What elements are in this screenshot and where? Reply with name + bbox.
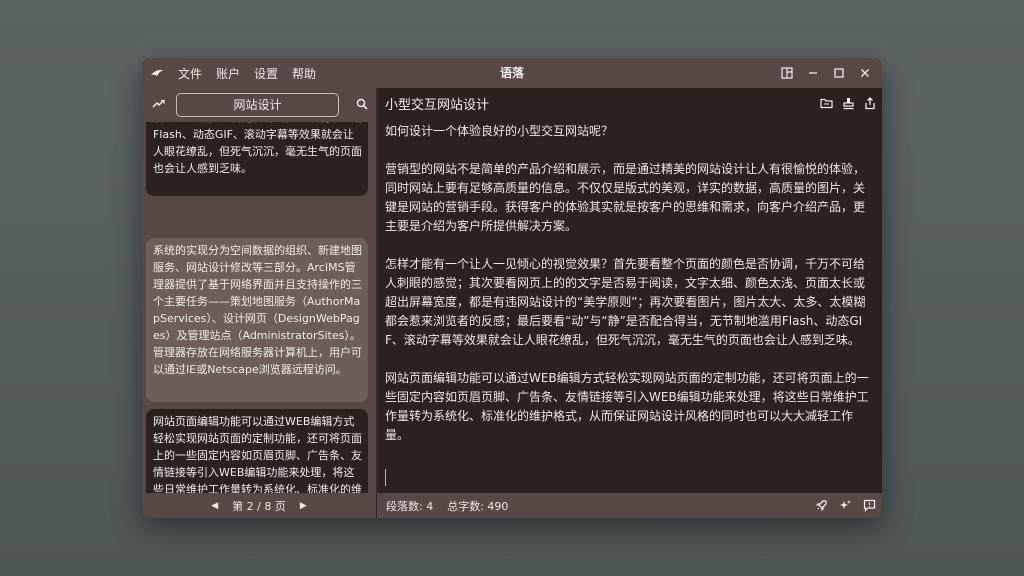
paragraph: 网站页面编辑功能可以通过WEB编辑方式轻松实现网站页面的定制功能，还可将页面上的…	[385, 371, 869, 442]
layout-icon	[781, 67, 793, 79]
menu-help[interactable]: 帮助	[292, 65, 316, 82]
maximize-icon	[833, 67, 845, 79]
close-button[interactable]	[854, 62, 876, 84]
search-icon[interactable]	[356, 98, 368, 110]
list-item[interactable]: 网站页面编辑功能可以通过WEB编辑方式轻松实现网站页面的定制功能，还可将页面上的…	[146, 409, 368, 493]
list-item-active[interactable]: 系统的实现分为空间数据的组织、新建地图服务、网站设计修改等三部分。ArcIMS管…	[146, 238, 368, 402]
pager: ◀ 第 2 / 8 页 ▶	[142, 493, 376, 518]
minimize-icon	[807, 67, 819, 79]
search-bar	[142, 88, 376, 122]
share-icon[interactable]	[864, 96, 876, 110]
paragraph: 营销型的网站不是简单的产品介绍和展示，而是通过精美的网站设计让人有很愉悦的体验，…	[385, 162, 866, 233]
editor-toolbar	[820, 88, 876, 118]
sidebar: 多、太模糊都会惹来浏览者的反感；最后要看“动”与“静”是否配合得当，无节制地滥用…	[142, 88, 377, 493]
window-controls	[776, 58, 876, 88]
document-title[interactable]: 小型交互网站设计	[385, 94, 489, 113]
chevron-left-icon[interactable]: ◀	[211, 501, 218, 511]
stamp-icon[interactable]	[842, 97, 855, 110]
text-cursor	[385, 469, 386, 486]
chevron-right-icon[interactable]: ▶	[300, 501, 307, 511]
paragraph-count: 段落数: 4	[386, 499, 434, 513]
char-count: 总字数: 490	[447, 499, 509, 513]
trend-icon[interactable]	[152, 98, 165, 110]
page-indicator: 第 2 / 8 页	[232, 499, 286, 513]
menu-account[interactable]: 账户	[216, 65, 240, 82]
list-item[interactable]: 多、太模糊都会惹来浏览者的反感；最后要看“动”与“静”是否配合得当，无节制地滥用…	[146, 122, 368, 196]
minimize-button[interactable]	[802, 62, 824, 84]
rocket-icon[interactable]	[815, 499, 828, 512]
maximize-button[interactable]	[828, 62, 850, 84]
close-icon	[859, 67, 871, 79]
title-bar: 文件 账户 设置 帮助 语落	[142, 58, 882, 88]
search-input[interactable]	[176, 93, 339, 117]
menu-settings[interactable]: 设置	[254, 65, 278, 82]
status-bar: 段落数: 4 总字数: 490	[377, 493, 882, 518]
paragraph: 怎样才能有一个让人一见倾心的视觉效果？首先要看整个页面的颜色是否协调，千万不可给…	[385, 257, 866, 347]
editor-header: 小型交互网站设计	[377, 88, 882, 118]
editor-content[interactable]: 如何设计一个体验良好的小型交互网站呢？ 营销型的网站不是简单的产品介绍和展示，而…	[385, 122, 873, 492]
menu-file[interactable]: 文件	[178, 65, 202, 82]
folder-icon[interactable]	[820, 97, 833, 109]
app-logo-icon	[150, 68, 164, 78]
sparkle-icon[interactable]	[839, 499, 852, 512]
card-list: 多、太模糊都会惹来浏览者的反感；最后要看“动”与“静”是否配合得当，无节制地滥用…	[146, 122, 370, 493]
comment-icon[interactable]	[863, 499, 876, 512]
app-window: 文件 账户 设置 帮助 语落 网站设计 Flash、动态GIF、滚动字幕等效果就…	[142, 58, 882, 518]
paragraph: 如何设计一个体验良好的小型交互网站呢？	[385, 124, 614, 138]
layout-button[interactable]	[776, 62, 798, 84]
status-actions	[815, 493, 876, 518]
menu-bar: 文件 账户 设置 帮助	[178, 65, 316, 82]
